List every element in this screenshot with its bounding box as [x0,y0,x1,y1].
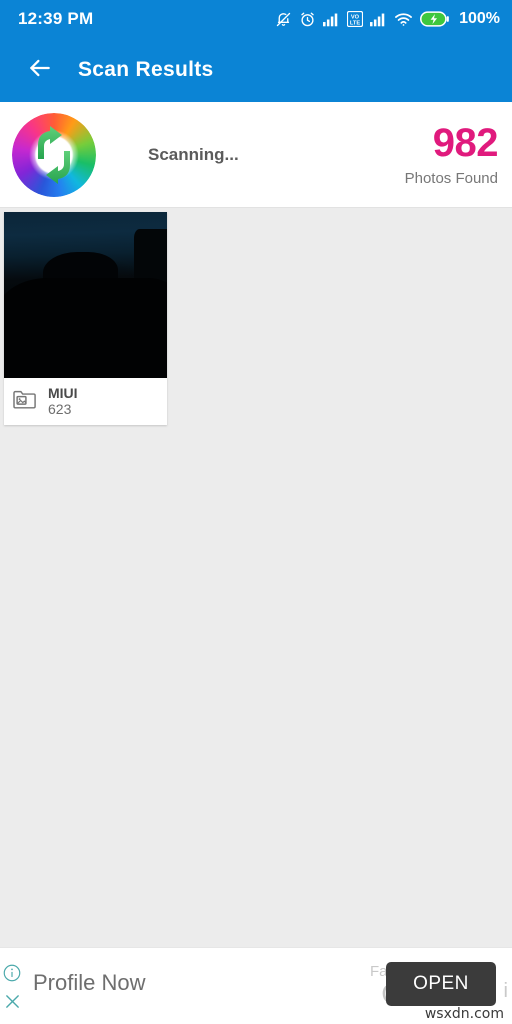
page-title: Scan Results [78,58,214,81]
folder-card[interactable]: MIUI 623 [4,212,167,425]
signal-bars-2-icon [370,12,387,27]
photos-found-count: 982 [432,120,499,165]
status-bar: 12:39 PM VO LTE 100% [0,0,512,38]
battery-charging-icon [420,11,449,27]
battery-percent-label: 100% [459,10,500,27]
svg-text:VO: VO [351,14,360,20]
close-x-icon[interactable] [4,993,21,1015]
photos-found-label: Photos Found [404,169,498,187]
folder-image-icon [12,388,38,415]
bell-muted-icon [275,11,292,28]
arrow-left-icon [27,55,53,86]
ad-edge-text: i [503,980,508,1002]
wifi-icon [394,12,413,27]
watermark: wsxdn.com [424,1006,504,1022]
info-circle-icon[interactable] [3,964,21,987]
ad-banner[interactable]: Profile Now Fac Co i OPEN wsxdn.com [0,947,512,1024]
folder-count: 623 [48,401,72,417]
photos-found-block: 982 Photos Found [405,123,512,187]
scan-status-text: Scanning... [148,144,239,164]
folder-meta: MIUI 623 [4,378,167,425]
ad-badges [3,964,21,1015]
alarm-clock-icon [299,11,316,28]
ad-open-button[interactable]: OPEN [386,962,496,1006]
back-button[interactable] [14,44,66,96]
svg-text:LTE: LTE [350,20,361,26]
app-bar: Scan Results [0,38,512,102]
volte-icon: VO LTE [347,11,364,27]
status-bar-icons: VO LTE 100% [275,10,500,28]
signal-bars-icon [323,12,340,27]
folder-grid: MIUI 623 [0,208,512,947]
folder-thumbnail-image[interactable] [4,212,167,378]
scan-summary-header: Scanning... 982 Photos Found [0,102,512,208]
app-logo-refresh-icon [8,109,100,201]
status-bar-time: 12:39 PM [18,9,94,28]
folder-name: MIUI [48,384,78,401]
ad-headline: Profile Now [33,970,146,995]
